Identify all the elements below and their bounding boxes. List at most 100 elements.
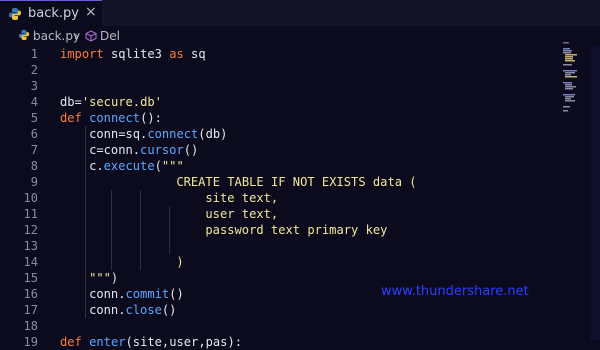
code-text: """) [89,270,118,286]
code-token: 'secure.db' [81,95,162,109]
code-text: c=conn.cursor() [89,142,198,158]
python-icon [18,29,30,41]
code-token: as [169,47,184,61]
line-number: 12 [23,223,38,237]
tab-bar: back.py × [0,0,600,26]
code-token: commit [125,287,170,301]
breadcrumb: back.py › Del [0,26,600,46]
breadcrumb-separator: › [74,29,79,43]
code-line[interactable]: 4 db='secure.db' [0,94,560,110]
code-token: CREATE TABLE IF NOT EXISTS data ( [176,175,417,189]
code-token: conn=sq. [89,127,148,141]
code-token: conn. [89,303,126,317]
watermark-text: www.thundershare.net [381,284,529,299]
line-number: 10 [23,191,38,205]
line-number: 14 [23,255,38,269]
code-text: user text, [205,206,278,222]
code-line[interactable]: 10 site text, [0,190,560,206]
line-number: 11 [23,207,38,221]
line-number: 15 [23,271,38,285]
line-number: 7 [30,143,38,157]
code-line[interactable]: 17 conn.close() [0,302,560,318]
code-line[interactable]: 1 import sqlite3 as sq [0,46,560,62]
code-line[interactable]: 5 def connect(): [0,110,560,126]
line-number: 4 [30,95,38,109]
line-number: 18 [23,319,38,333]
code-line[interactable]: 19 def enter(site,user,pas): [0,334,560,350]
code-token: (db) [198,127,228,141]
close-icon[interactable]: × [85,4,97,20]
code-text: import sqlite3 as sq [60,46,206,62]
code-line[interactable]: 14) [0,254,560,270]
code-text: c.execute(""" [89,158,184,174]
line-number: 17 [23,303,38,317]
code-token: db= [60,95,82,109]
line-number: 1 [30,47,38,61]
code-token: site text, [205,191,279,205]
code-token: enter [89,335,126,349]
code-token: user text, [205,207,279,221]
code-line[interactable]: 8 c.execute(""" [0,158,560,174]
cube-icon [85,30,97,42]
code-line[interactable]: 6 conn=sq.connect(db) [0,126,560,142]
code-text: conn.close() [89,302,176,318]
code-line[interactable]: 11 user text, [0,206,560,222]
breadcrumb-symbol[interactable]: Del [100,29,120,43]
vertical-scrollbar[interactable] [590,46,600,340]
code-token: (site,user,pas): [125,335,243,349]
code-token: sqlite3 [103,47,170,61]
line-number: 13 [23,239,38,253]
code-token: (): [140,111,162,125]
line-number: 3 [30,79,38,93]
code-line[interactable]: 12 password text primary key [0,222,560,238]
code-token: """ [89,271,111,285]
code-token: ) [110,271,119,285]
code-token: connect [147,127,199,141]
code-line[interactable]: 2 [0,62,560,78]
code-token: () [161,303,177,317]
code-token: """ [161,159,184,173]
code-token: sq [183,47,206,61]
code-token: c. [89,159,104,173]
code-text: password text primary key [205,222,387,238]
line-number: 19 [23,335,38,349]
line-number: 8 [30,159,38,173]
code-text: CREATE TABLE IF NOT EXISTS data ( [176,174,416,190]
code-line[interactable]: 18 [0,318,560,334]
code-text: site text, [205,190,278,206]
tab-back-py[interactable]: back.py × [0,0,102,26]
line-number: 16 [23,287,38,301]
code-text: conn=sq.connect(db) [89,126,227,142]
code-token: connect [89,111,141,125]
tab-label: back.py [28,6,79,21]
code-text: db='secure.db' [60,94,162,110]
code-line[interactable]: 9 CREATE TABLE IF NOT EXISTS data ( [0,174,560,190]
code-token: cursor [140,143,184,157]
code-token: password text primary key [205,223,388,237]
code-text: def connect(): [60,110,162,126]
code-text: def enter(site,user,pas): [60,334,242,350]
minimap[interactable] [555,40,585,130]
python-icon [9,8,21,20]
code-token: def [60,111,82,125]
code-token: ( [154,159,162,173]
code-token: ) [176,255,184,269]
code-line[interactable]: 7 c=conn.cursor() [0,142,560,158]
code-token: close [125,303,162,317]
code-token: conn. [89,287,126,301]
code-line[interactable]: 3 [0,78,560,94]
code-text: conn.commit() [89,286,184,302]
code-token: () [169,287,184,301]
line-number: 9 [30,175,38,189]
code-token: import [60,47,104,61]
line-number: 6 [30,127,38,141]
line-number: 5 [30,111,38,125]
code-token: def [60,335,82,349]
code-token: execute [103,159,155,173]
code-line[interactable]: 13 [0,238,560,254]
code-token: () [183,143,199,157]
line-number: 2 [30,63,38,77]
code-text: ) [176,254,183,270]
breadcrumb-file[interactable]: back.py [33,29,80,43]
code-token: c=conn. [89,143,141,157]
